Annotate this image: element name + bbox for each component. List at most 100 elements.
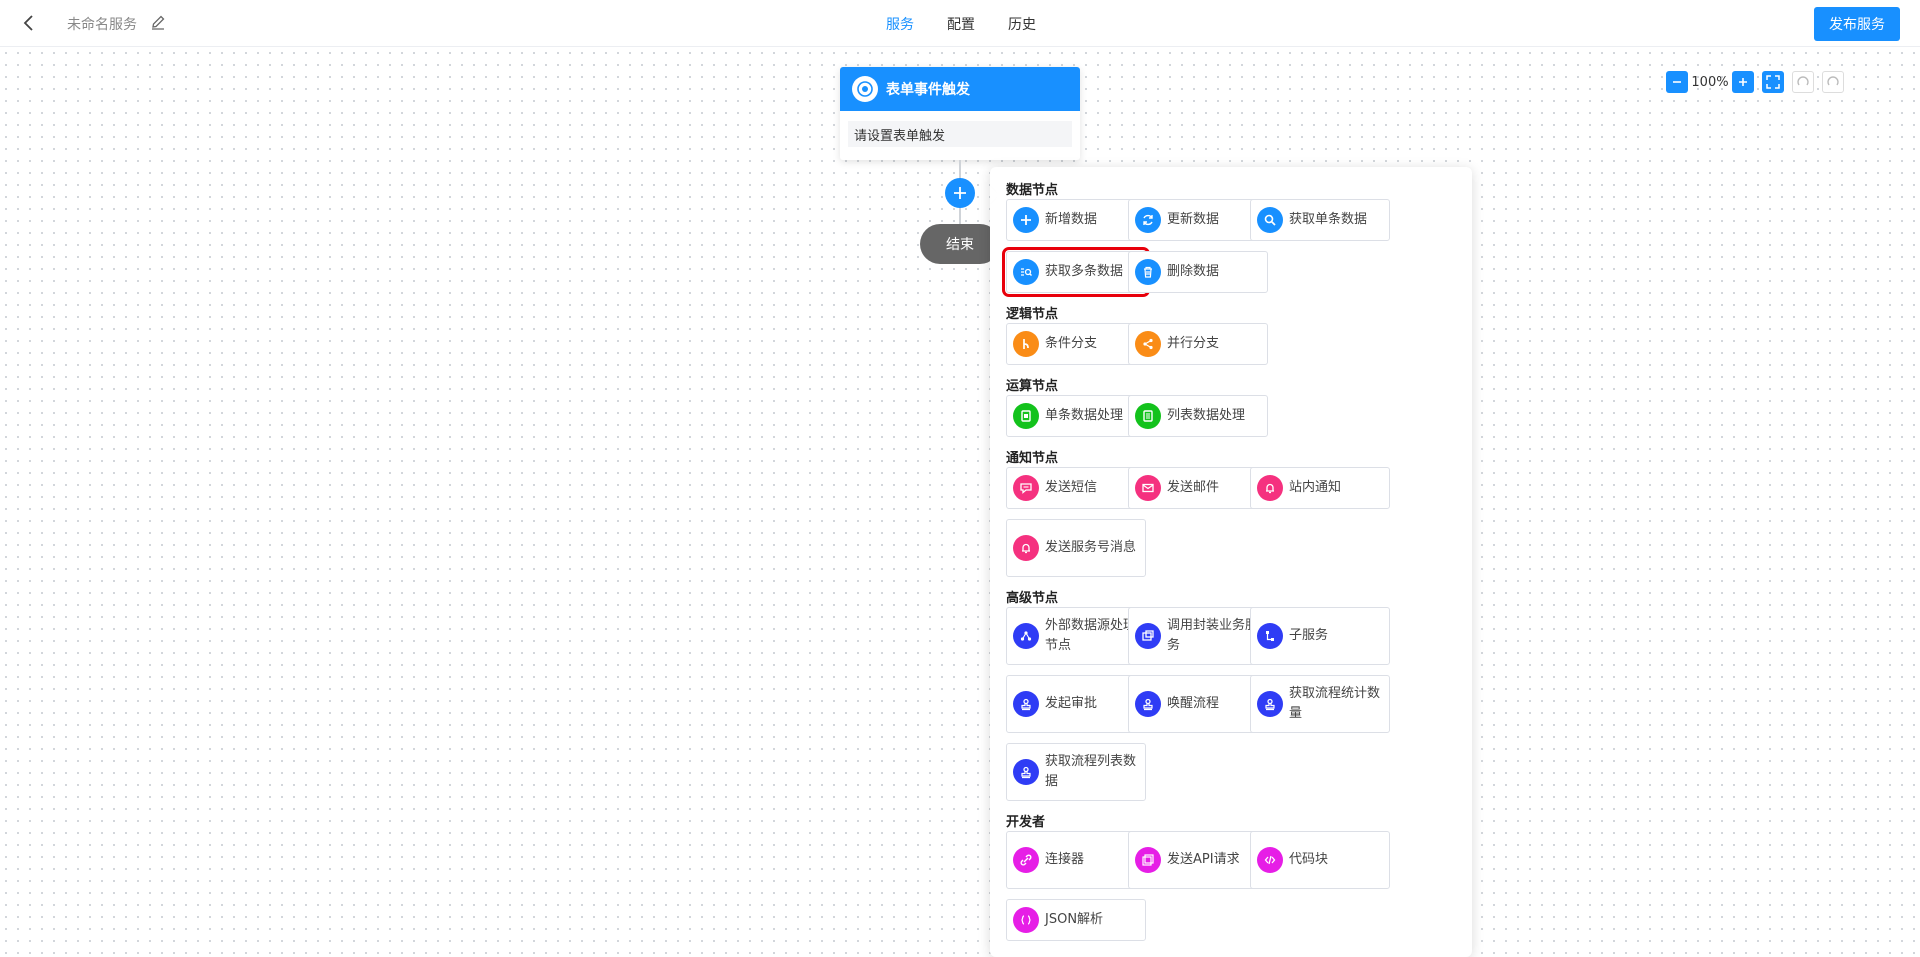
top-bar: 未命名服务 服务 配置 历史 发布服务 <box>0 0 1920 47</box>
datasource-icon <box>1013 623 1039 649</box>
tab-history[interactable]: 历史 <box>1008 14 1036 34</box>
palette-item-label: 获取流程列表数据 <box>1045 754 1137 789</box>
palette-item[interactable]: 发起审批 <box>1006 675 1146 733</box>
palette-item-label: 发起审批 <box>1045 696 1098 711</box>
palette-item[interactable]: 发送API请求 <box>1128 831 1268 889</box>
main-tabs: 服务 配置 历史 <box>886 0 1036 47</box>
palette-item-label: 发送服务号消息 <box>1045 540 1137 555</box>
end-node[interactable]: 结束 <box>920 224 1000 264</box>
back-arrow-icon[interactable] <box>18 12 40 34</box>
fit-screen-button[interactable] <box>1762 71 1784 93</box>
palette-item[interactable]: 更新数据 <box>1128 199 1268 241</box>
palette-item[interactable]: 新增数据 <box>1006 199 1146 241</box>
section-title: 高级节点 <box>1006 591 1059 606</box>
section-title: 通知节点 <box>1006 451 1059 466</box>
stamp-icon <box>1135 691 1161 717</box>
link-icon <box>1013 847 1039 873</box>
palette-item-label: 列表数据处理 <box>1167 408 1246 423</box>
panel-arrow <box>990 186 999 204</box>
palette-item-label: 删除数据 <box>1167 264 1220 279</box>
share-icon <box>1135 331 1161 357</box>
palette-item-label: 唤醒流程 <box>1167 696 1220 711</box>
target-icon <box>852 76 878 102</box>
redo-button[interactable] <box>1822 71 1844 93</box>
zoom-in-button[interactable] <box>1732 71 1754 93</box>
plus-icon <box>1013 207 1039 233</box>
tab-service[interactable]: 服务 <box>886 14 914 34</box>
palette-item[interactable]: 调用封装业务服务 <box>1128 607 1268 665</box>
palette-item[interactable]: JSON解析 <box>1006 899 1146 941</box>
palette-item[interactable]: 并行分支 <box>1128 323 1268 365</box>
stamp-icon <box>1013 691 1039 717</box>
undo-button[interactable] <box>1792 71 1814 93</box>
trigger-node[interactable]: 表单事件触发 请设置表单触发 <box>840 67 1080 160</box>
stamp-icon <box>1257 691 1283 717</box>
bell-icon <box>1257 475 1283 501</box>
palette-item-label: 新增数据 <box>1045 212 1098 227</box>
refresh-icon <box>1135 207 1161 233</box>
sms-icon <box>1013 475 1039 501</box>
plus-icon <box>954 187 966 199</box>
palette-item[interactable]: 获取流程列表数据 <box>1006 743 1146 801</box>
palette-item[interactable]: 获取流程统计数量 <box>1250 675 1390 733</box>
palette-item[interactable]: 列表数据处理 <box>1128 395 1268 437</box>
palette-item-label: 子服务 <box>1289 628 1329 643</box>
service-icon <box>1135 623 1161 649</box>
palette-item[interactable]: 代码块 <box>1250 831 1390 889</box>
undo-icon <box>1797 76 1809 86</box>
zoom-controls: 100% <box>1666 71 1844 93</box>
palette-item[interactable]: 发送邮件 <box>1128 467 1268 509</box>
edit-pencil-icon[interactable] <box>150 14 166 30</box>
palette-item-label: 发送邮件 <box>1167 480 1220 495</box>
palette-item-label: 获取单条数据 <box>1289 212 1368 227</box>
section-title: 开发者 <box>1006 815 1046 830</box>
mail-icon <box>1135 475 1161 501</box>
service-name: 未命名服务 <box>67 17 137 33</box>
code-icon <box>1257 847 1283 873</box>
palette-item-label: JSON解析 <box>1045 912 1104 927</box>
palette-item-label: 并行分支 <box>1167 336 1220 351</box>
palette-item[interactable]: 唤醒流程 <box>1128 675 1268 733</box>
palette-item[interactable]: 连接器 <box>1006 831 1146 889</box>
search-icon <box>1257 207 1283 233</box>
palette-item[interactable]: 外部数据源处理节点 <box>1006 607 1146 665</box>
add-node-button[interactable] <box>945 178 975 208</box>
zoom-level: 100% <box>1691 74 1729 90</box>
palette-item[interactable]: 发送服务号消息 <box>1006 519 1146 577</box>
minus-icon <box>1673 81 1681 83</box>
fullscreen-icon <box>1766 75 1780 89</box>
record-icon <box>1013 403 1039 429</box>
palette-item[interactable]: 删除数据 <box>1128 251 1268 293</box>
subservice-icon <box>1257 623 1283 649</box>
palette-item-label: 条件分支 <box>1045 336 1098 351</box>
list-icon <box>1135 403 1161 429</box>
trigger-node-body: 请设置表单触发 <box>848 121 1072 147</box>
trigger-node-title: 表单事件触发 <box>886 82 970 98</box>
tab-config[interactable]: 配置 <box>947 14 975 34</box>
section-title: 运算节点 <box>1006 379 1059 394</box>
palette-item[interactable]: 获取单条数据 <box>1250 199 1390 241</box>
palette-item[interactable]: 条件分支 <box>1006 323 1146 365</box>
palette-item-label: 发送短信 <box>1045 480 1098 495</box>
palette-item[interactable]: 发送短信 <box>1006 467 1146 509</box>
trash-icon <box>1135 259 1161 285</box>
plus-icon <box>1739 78 1747 86</box>
palette-item[interactable]: 站内通知 <box>1250 467 1390 509</box>
palette-item[interactable]: 子服务 <box>1250 607 1390 665</box>
palette-item-label: 获取多条数据 <box>1045 264 1124 279</box>
redo-icon <box>1827 76 1839 86</box>
palette-item-label: 单条数据处理 <box>1045 408 1124 423</box>
palette-item[interactable]: 获取多条数据 <box>1002 247 1150 297</box>
publish-service-button[interactable]: 发布服务 <box>1814 7 1900 41</box>
trigger-node-header: 表单事件触发 <box>840 67 1080 111</box>
json-icon <box>1013 907 1039 933</box>
multi-search-icon <box>1013 259 1039 285</box>
section-title: 逻辑节点 <box>1006 307 1059 322</box>
branch-icon <box>1013 331 1039 357</box>
palette-item[interactable]: 单条数据处理 <box>1006 395 1146 437</box>
palette-item-label: 代码块 <box>1289 852 1329 867</box>
section-title: 数据节点 <box>1006 183 1059 198</box>
node-palette-panel: 数据节点新增数据 更新数据 获取单条数据获取多条数据 删除数据逻辑节点条件分支 并行分支… <box>990 167 1472 957</box>
palette-item-label: 站内通知 <box>1289 480 1342 495</box>
zoom-out-button[interactable] <box>1666 71 1688 93</box>
